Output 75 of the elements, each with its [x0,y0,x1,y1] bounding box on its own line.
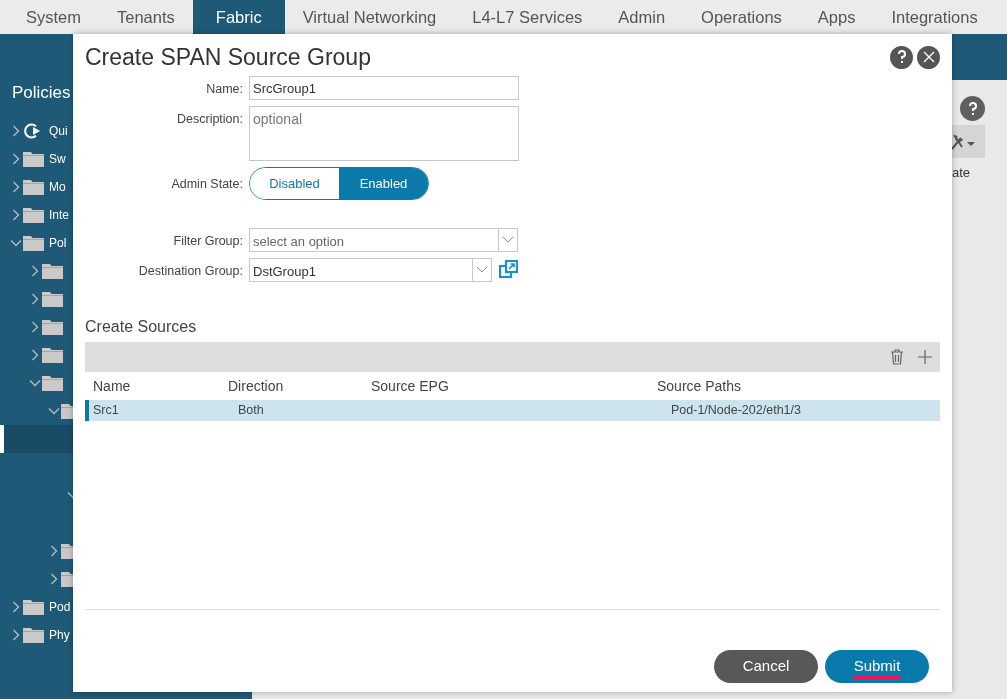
field-label: Name: [205,81,244,98]
chevron-icon[interactable] [48,572,60,585]
folder-icon [42,374,63,391]
nav-tab[interactable]: Fabric [192,0,285,34]
nav-tab[interactable]: Admin [600,0,684,34]
nav-tab[interactable]: Apps [799,0,874,34]
help-button[interactable] [890,45,913,69]
chevron-icon[interactable] [10,152,22,165]
dropdown-field[interactable]: select an option [249,228,518,252]
add-icon[interactable] [918,350,932,364]
nav-tab[interactable]: System [8,0,99,34]
nav-tab[interactable]: Integrations [873,0,996,34]
caret-icon [502,236,514,244]
tree-label[interactable]: Mo [49,177,66,196]
folder-icon [42,290,63,307]
tree-label[interactable]: Pol [49,233,67,252]
close-icon[interactable] [922,51,935,63]
field-label: Description: [176,111,244,128]
tree-label[interactable]: Sw [49,149,66,168]
column-header: Source EPG [371,376,450,396]
chevron-icon[interactable] [10,208,22,221]
nav-tab[interactable]: Operations [683,0,800,34]
column-header: Source Paths [657,376,743,396]
column-header: Direction [228,376,285,396]
field-label: Filter Group: [172,233,244,250]
column-header: Name [92,376,132,396]
close-button[interactable] [917,45,940,69]
section-title: Create Sources [85,317,198,337]
text-field[interactable]: SrcGroup1 [249,76,519,100]
chevron-icon[interactable] [10,628,22,641]
folder-icon [23,178,44,195]
tree-label[interactable]: Qui [49,121,68,140]
folder-icon [42,346,63,363]
chevron-icon[interactable] [29,320,41,333]
cancel-button[interactable]: Cancel [714,650,818,683]
chevron-icon[interactable] [29,264,41,277]
chevron-icon[interactable] [29,292,41,305]
table-cell-text: Src1 [92,402,120,420]
folder-icon [42,262,63,279]
wrench-icon [949,132,976,151]
chevron-icon[interactable] [10,180,22,193]
chevron-icon[interactable] [10,600,22,613]
folder-icon [23,626,44,643]
caret-icon [476,266,488,274]
column-header: ate [951,164,970,182]
description-field[interactable]: optional [249,106,519,161]
table-cell-text: Pod-1/Node-202/eth1/3 [670,402,802,420]
field-label: Destination Group: [137,263,244,280]
external-link-icon[interactable] [499,260,518,279]
nav-tab[interactable]: Tenants [99,0,193,34]
help-icon[interactable] [967,101,978,116]
folder-icon [23,598,44,615]
toggle-option[interactable]: Enabled [339,168,428,199]
folder-icon [23,206,44,223]
dropdown-field[interactable]: DstGroup1 [249,258,492,282]
chevron-icon[interactable] [29,348,41,361]
table-row[interactable]: Src1 Both Pod-1/Node-202/eth1/3 [85,400,940,421]
sidebar-title: Policies [11,82,71,104]
submit-button[interactable]: Submit [825,650,929,683]
tree-label[interactable]: Pod [49,597,71,616]
field-label: Admin State: [170,176,244,193]
trash-icon[interactable] [890,349,904,365]
chevron-icon[interactable] [10,124,22,137]
tree-label[interactable]: Phy [49,625,70,644]
help-icon[interactable] [896,50,907,64]
nav-tab[interactable]: L4-L7 Services [454,0,601,34]
chevron-icon[interactable] [48,544,60,557]
help-button[interactable] [960,96,985,121]
nav-tab[interactable]: Virtual Networking [284,0,455,34]
folder-icon [23,150,44,167]
tree-label[interactable]: Inte [49,205,69,224]
folder-icon [42,318,63,335]
folder-icon [23,234,44,251]
dialog-title: Create SPAN Source Group [85,42,371,72]
table-cell-text: Both [237,402,265,420]
